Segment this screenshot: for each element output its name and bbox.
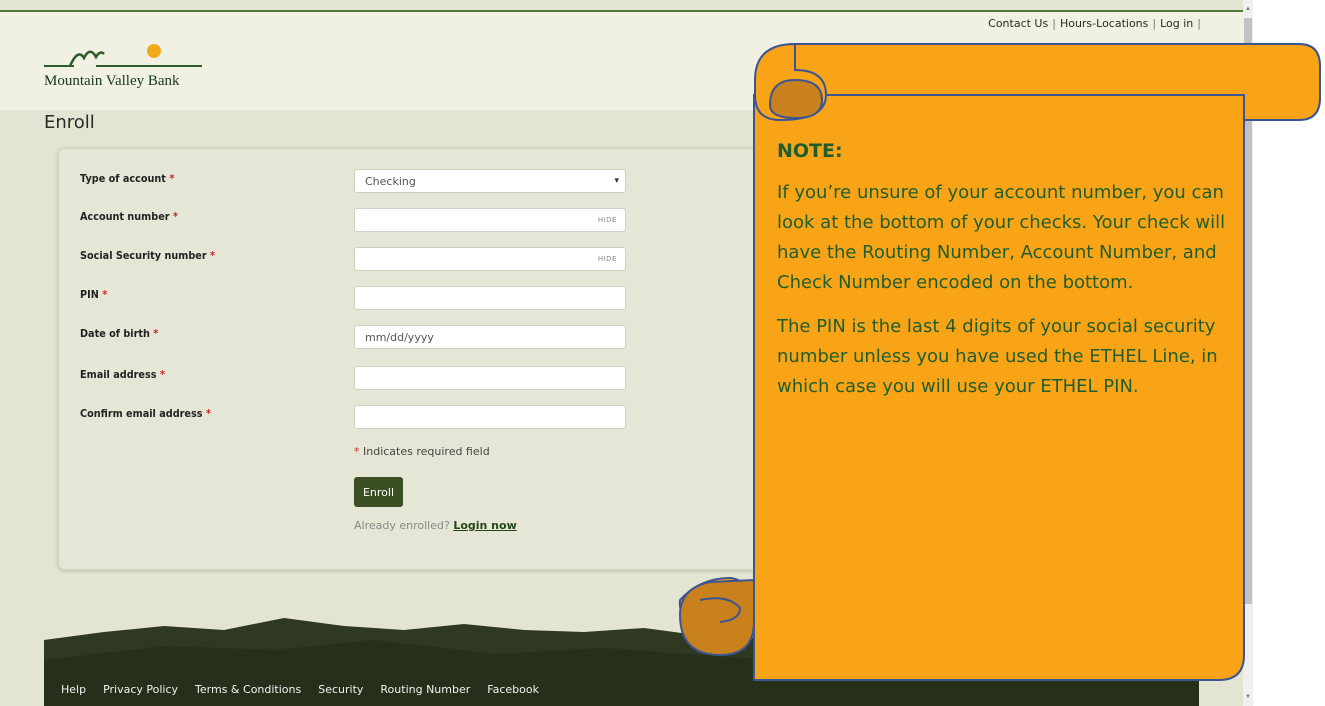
note-content: NOTE: If you’re unsure of your account n… bbox=[777, 140, 1237, 416]
note-paragraph: If you’re unsure of your account number,… bbox=[777, 182, 1226, 293]
note-paragraph: The PIN is the last 4 digits of your soc… bbox=[777, 316, 1218, 397]
note-bottom-curl bbox=[678, 578, 755, 657]
note-curl-shadow bbox=[768, 78, 824, 120]
note-title: NOTE: bbox=[777, 140, 843, 162]
